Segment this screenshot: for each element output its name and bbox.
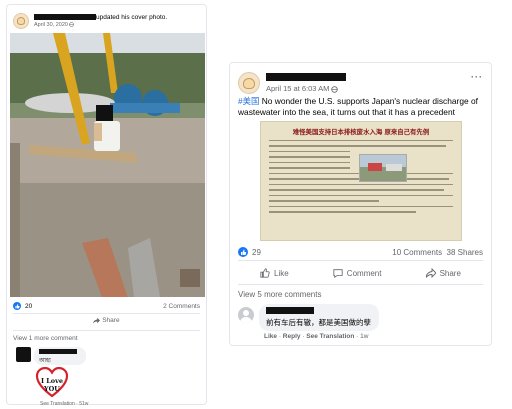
cover-photo[interactable] — [10, 33, 205, 297]
like-reaction-icon — [13, 302, 21, 310]
reactions-summary[interactable]: 29 — [238, 247, 261, 257]
reactions-summary[interactable]: 20 — [13, 302, 32, 310]
post-date-text: April 15 at 6:03 AM — [266, 84, 330, 93]
share-label: Share — [439, 268, 461, 278]
post-action-text: updated his cover photo. — [96, 14, 168, 21]
comment-text: আহা — [39, 358, 51, 364]
share-button[interactable]: Share — [7, 317, 206, 324]
comment-bubble: 前有车后有辙，都是美国做的孽 — [259, 304, 379, 331]
like-button[interactable]: Like — [260, 265, 289, 281]
i-love-you-sticker: I Love YOU — [35, 366, 69, 399]
share-button[interactable]: Share — [425, 265, 461, 281]
post-body: No wonder the U.S. supports Japan's nucl… — [238, 96, 478, 117]
right-post-card: April 15 at 6:03 AM ··· #美国 No wonder th… — [229, 62, 492, 346]
hashtag-link[interactable]: #美国 — [238, 96, 259, 106]
comment-like-link[interactable]: Like — [264, 333, 277, 340]
comment-button[interactable]: Comment — [333, 265, 382, 281]
commenter-avatar[interactable] — [16, 347, 31, 362]
comment-bubble: আহা — [34, 347, 86, 365]
commenter-avatar[interactable] — [238, 307, 254, 323]
comment-meta: See Translation · 51w — [40, 401, 89, 407]
post-date-text: April 30, 2020 — [34, 22, 68, 28]
article-screenshot-image[interactable]: 难怪美国支持日本排核废水入海 原来自己有先例 — [260, 121, 462, 241]
reactions-count: 20 — [25, 302, 33, 310]
post-actions: Like Comment Share — [238, 265, 483, 281]
like-reaction-icon — [238, 247, 248, 257]
share-icon — [425, 268, 436, 278]
redacted-commenter-name — [39, 349, 77, 354]
divider — [13, 313, 200, 314]
comment-meta: Like · Reply · See Translation · 1w — [264, 333, 369, 340]
divider — [238, 260, 483, 261]
comment-time[interactable]: 1w — [360, 333, 368, 340]
building-photo — [360, 155, 406, 181]
comment-reply-link[interactable]: Reply — [283, 333, 301, 340]
like-label: Like — [274, 268, 289, 278]
reactions-count: 29 — [252, 247, 261, 257]
share-icon — [93, 317, 101, 324]
comment-time[interactable]: 51w — [79, 401, 88, 407]
thumbs-up-icon — [260, 268, 270, 278]
see-translation-link[interactable]: See Translation — [40, 401, 75, 407]
sticker-text: I Love YOU — [40, 377, 64, 393]
redacted-commenter-name — [266, 307, 314, 314]
comments-count[interactable]: 10 Comments — [392, 248, 442, 257]
share-label: Share — [102, 317, 120, 325]
post-header: April 15 at 6:03 AM ··· — [238, 70, 483, 96]
see-translation-link[interactable]: See Translation — [306, 333, 354, 340]
redacted-username — [266, 73, 346, 81]
shares-count[interactable]: 38 Shares — [447, 248, 483, 257]
more-options-icon[interactable]: ··· — [471, 72, 483, 82]
comment-text: 前有车后有辙，都是美国做的孽 — [266, 318, 371, 327]
view-more-comments-link[interactable]: View 5 more comments — [238, 290, 321, 299]
reaction-stats: 29 10 Comments 38 Shares — [238, 247, 483, 257]
reaction-stats: 20 2 Comments — [13, 302, 200, 310]
redacted-username — [34, 14, 96, 21]
left-post-card: updated his cover photo. April 30, 2020 — [6, 4, 207, 407]
post-text: #美国 No wonder the U.S. supports Japan's … — [238, 96, 483, 118]
post-header: updated his cover photo. April 30, 2020 — [13, 11, 200, 31]
profile-avatar[interactable] — [238, 72, 260, 94]
divider — [238, 284, 483, 285]
globe-icon — [331, 85, 339, 93]
construction-site-image — [10, 33, 205, 297]
comments-count[interactable]: 2 Comments — [163, 303, 200, 310]
comment-label: Comment — [346, 268, 382, 278]
comment-icon — [333, 269, 343, 278]
view-more-comments-link[interactable]: View 1 more comment — [13, 335, 78, 342]
default-avatar-icon — [240, 310, 252, 323]
header-line: updated his cover photo. — [34, 14, 167, 22]
article-title: 难怪美国支持日本排核废水入海 原来自己有先例 — [292, 128, 430, 136]
article-photo — [359, 154, 407, 182]
post-date[interactable]: April 30, 2020 — [34, 22, 167, 28]
post-date[interactable]: April 15 at 6:03 AM — [266, 84, 346, 93]
profile-avatar[interactable] — [13, 13, 29, 29]
globe-icon — [69, 22, 75, 27]
divider — [13, 330, 200, 331]
